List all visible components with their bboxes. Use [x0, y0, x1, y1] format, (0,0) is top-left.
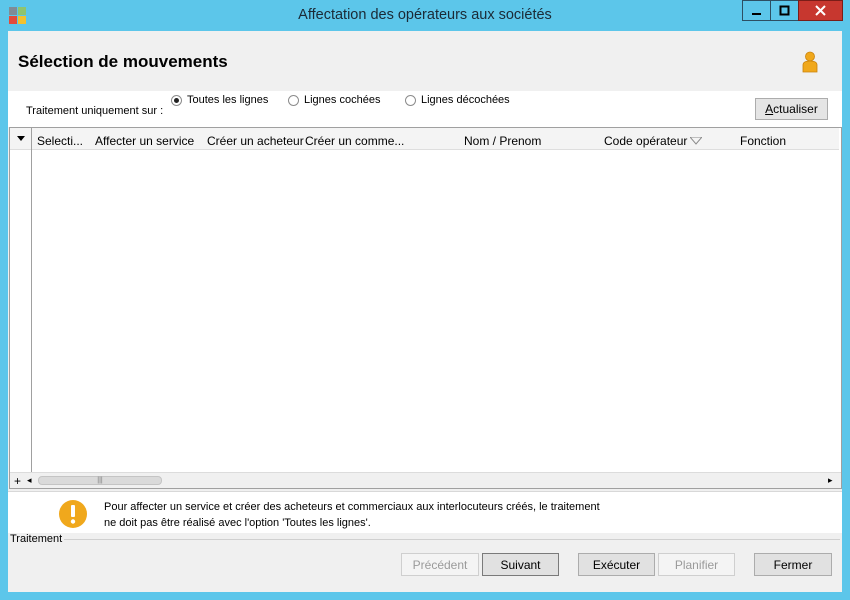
- radio-all-lines[interactable]: Toutes les lignes: [171, 94, 268, 106]
- maximize-icon: [779, 5, 790, 16]
- header-band: Sélection de mouvements: [8, 31, 842, 91]
- info-text-line-2: ne doit pas être réalisé avec l'option '…: [104, 517, 371, 529]
- scroll-right-icon[interactable]: ▸: [828, 475, 833, 486]
- column-header-operator-code-label: Code opérateur: [604, 134, 688, 148]
- refresh-button-label: ctualiser: [773, 102, 818, 116]
- column-header-create-sales[interactable]: Créer un comme...: [305, 134, 404, 148]
- minimize-button[interactable]: [742, 0, 771, 21]
- radio-all-lines-label: Toutes les lignes: [187, 94, 269, 106]
- scrollbar-thumb[interactable]: |||: [38, 476, 162, 485]
- scroll-left-icon[interactable]: ◂: [27, 475, 32, 486]
- section-divider: [64, 539, 840, 540]
- window-title: Affectation des opérateurs aux sociétés: [298, 7, 552, 23]
- column-header-name[interactable]: Nom / Prenom: [464, 134, 541, 148]
- dropdown-arrow-icon: [16, 136, 25, 141]
- previous-button[interactable]: Précédent: [401, 553, 479, 576]
- column-header-function[interactable]: Fonction: [740, 134, 786, 148]
- sort-indicator-icon: [690, 137, 703, 145]
- radio-selected-icon: [171, 94, 182, 106]
- schedule-button[interactable]: Planifier: [658, 553, 735, 576]
- column-header-create-buyer[interactable]: Créer un acheteur: [207, 134, 304, 148]
- movements-grid[interactable]: Selecti... Affecter un service Créer un …: [9, 127, 842, 489]
- row-header-strip: [10, 150, 32, 472]
- info-text: Pour affecter un service et créer des ac…: [104, 499, 600, 531]
- user-icon[interactable]: [801, 51, 819, 73]
- close-icon: [815, 5, 826, 16]
- processing-section-label: Traitement: [10, 533, 63, 545]
- maximize-button[interactable]: [770, 0, 799, 21]
- grid-menu-button[interactable]: [10, 128, 32, 150]
- page-title: Sélection de mouvements: [18, 52, 228, 71]
- radio-checked-lines[interactable]: Lignes cochées: [288, 94, 380, 106]
- warning-icon: [58, 499, 88, 529]
- refresh-button-accelerator: A: [765, 102, 774, 116]
- column-header-operator-code[interactable]: Code opérateur: [604, 134, 703, 148]
- info-message: Pour affecter un service et créer des ac…: [8, 491, 842, 533]
- processing-options: Traitement uniquement sur : Toutes les l…: [8, 91, 842, 127]
- refresh-button[interactable]: Actualiser: [755, 98, 828, 120]
- info-text-line-1: Pour affecter un service et créer des ac…: [104, 501, 600, 513]
- radio-checked-lines-label: Lignes cochées: [304, 94, 381, 106]
- radio-unchecked-lines-label: Lignes décochées: [421, 94, 510, 106]
- radio-unchecked-lines[interactable]: Lignes décochées: [405, 94, 510, 106]
- radio-unselected-icon: [405, 94, 416, 106]
- close-button[interactable]: Fermer: [754, 553, 832, 576]
- column-header-selection[interactable]: Selecti...: [37, 134, 83, 148]
- next-button[interactable]: Suivant: [482, 553, 559, 576]
- radio-unselected-icon: [288, 94, 299, 106]
- horizontal-scrollbar[interactable]: + ◂ ||| ▸: [10, 472, 841, 488]
- processing-scope-label: Traitement uniquement sur :: [26, 105, 164, 117]
- grid-header: Selecti... Affecter un service Créer un …: [10, 128, 839, 150]
- column-header-assign-service[interactable]: Affecter un service: [95, 134, 194, 148]
- minimize-icon: [752, 13, 761, 15]
- dialog-client-area: Sélection de mouvements Traitement uniqu…: [8, 31, 842, 592]
- title-bar[interactable]: Affectation des opérateurs aux sociétés: [0, 0, 850, 31]
- add-row-icon[interactable]: +: [14, 474, 21, 488]
- execute-button[interactable]: Exécuter: [578, 553, 655, 576]
- application-window: Affectation des opérateurs aux sociétés …: [0, 0, 850, 600]
- close-window-button[interactable]: [798, 0, 843, 21]
